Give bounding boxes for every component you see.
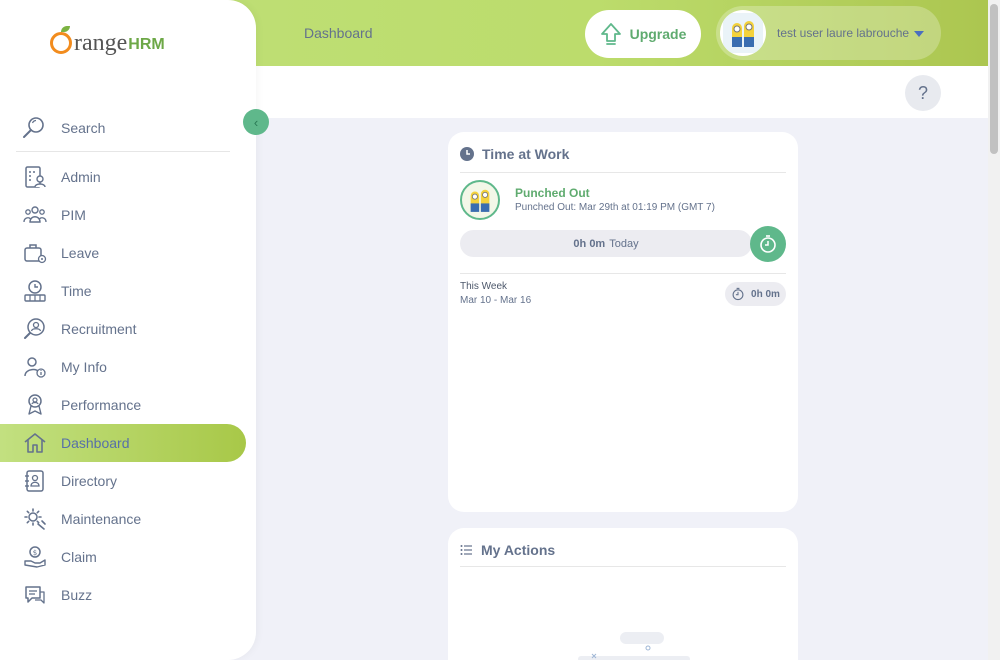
week-total-badge: 0h 0m [725, 282, 786, 306]
page-scrollbar[interactable] [988, 0, 1000, 660]
week-label: This Week [460, 281, 508, 292]
my-actions-card: My Actions [448, 528, 798, 660]
search-icon [23, 116, 44, 138]
caret-down-icon [914, 31, 925, 37]
maintenance-icon [22, 506, 48, 532]
sidebar-collapse-button[interactable]: ‹ [243, 109, 269, 135]
chevron-left-icon: ‹ [253, 114, 259, 130]
user-name: test user laure labrouche [777, 26, 910, 40]
pim-icon [22, 202, 48, 228]
minion-avatar-icon [723, 13, 763, 53]
sidebar-item-buzz[interactable]: Buzz [0, 576, 256, 614]
sidebar-item-label: Claim [61, 549, 97, 565]
divider [460, 566, 786, 567]
my-info-icon [22, 354, 48, 380]
sidebar-item-label: My Info [61, 359, 107, 375]
stopwatch-icon [760, 235, 776, 253]
sidebar-item-label: Dashboard [61, 435, 130, 451]
orange-logo-icon [50, 26, 72, 54]
today-hours-bar: 0h 0m Today [460, 230, 752, 257]
search-placeholder: Search [61, 119, 106, 136]
sidebar-item-claim[interactable]: $ Claim [0, 538, 256, 576]
today-hours-value: 0h 0m [573, 237, 606, 250]
week-range: Mar 10 - Mar 16 [460, 295, 532, 306]
sidebar-item-label: Performance [61, 397, 142, 413]
card-title: Time at Work [460, 146, 569, 162]
sidebar-item-label: Admin [61, 169, 101, 185]
punch-in-button[interactable] [750, 226, 786, 262]
sidebar-item-my-info[interactable]: My Info [0, 348, 256, 386]
upgrade-arrow-icon [600, 23, 621, 45]
help-label: ? [917, 82, 928, 103]
sidebar-item-pim[interactable]: PIM [0, 196, 256, 234]
admin-icon [22, 164, 48, 190]
list-icon [460, 545, 472, 555]
upgrade-label: Upgrade [629, 26, 687, 42]
time-icon [22, 278, 48, 304]
sidebar-item-recruitment[interactable]: Recruitment [0, 310, 256, 348]
brand-suffix: HRM [128, 36, 165, 53]
empty-state-illustration-icon [578, 632, 690, 660]
help-button[interactable]: ? [905, 75, 941, 111]
sidebar-item-performance[interactable]: Performance [0, 386, 256, 424]
performance-icon [22, 392, 48, 418]
divider [460, 172, 786, 173]
week-summary: This Week Mar 10 - Mar 16 [460, 280, 531, 308]
scrollbar-thumb[interactable] [990, 4, 998, 154]
time-at-work-card: Time at Work Punched Out Punched Out: Ma… [448, 132, 798, 512]
stopwatch-icon [732, 287, 744, 301]
user-avatar [720, 10, 766, 56]
sidebar-item-label: Buzz [61, 587, 93, 603]
upgrade-button[interactable]: Upgrade [585, 10, 701, 58]
my-actions-title: My Actions [481, 542, 556, 558]
directory-icon [22, 468, 48, 494]
today-hours-label: Today [609, 237, 639, 250]
divider [460, 273, 786, 274]
svg-text:$: $ [33, 549, 37, 557]
brand-logo[interactable]: range HRM [50, 26, 165, 56]
breadcrumb: Dashboard [304, 25, 373, 41]
dashboard-icon [22, 430, 48, 456]
clock-icon [460, 147, 474, 161]
time-at-work-title: Time at Work [482, 146, 570, 162]
card-title: My Actions [460, 542, 555, 558]
minion-avatar-icon [470, 189, 490, 212]
sidebar-item-leave[interactable]: Leave [0, 234, 256, 272]
sidebar-item-label: Leave [61, 245, 100, 261]
sidebar-item-dashboard[interactable]: Dashboard [0, 424, 246, 462]
buzz-icon [22, 582, 48, 608]
claim-icon: $ [22, 544, 48, 570]
sidebar-item-maintenance[interactable]: Maintenance [0, 500, 256, 538]
sidebar-item-label: PIM [61, 207, 86, 223]
brand-word: range [74, 30, 128, 56]
sidebar-search[interactable]: Search [16, 104, 230, 152]
sidebar-item-label: Directory [61, 473, 118, 489]
user-dropdown[interactable]: test user laure labrouche [716, 6, 941, 60]
punch-status: Punched Out [515, 186, 590, 200]
punch-avatar [460, 180, 500, 220]
punch-detail: Punched Out: Mar 29th at 01:19 PM (GMT 7… [515, 202, 715, 213]
sidebar-item-label: Recruitment [61, 321, 137, 337]
leave-icon [22, 240, 48, 266]
sub-header [256, 66, 988, 118]
week-total-value: 0h 0m [751, 288, 780, 300]
sidebar-item-admin[interactable]: Admin [0, 158, 256, 196]
sidebar-item-label: Time [61, 283, 92, 299]
sidebar-item-directory[interactable]: Directory [0, 462, 256, 500]
sidebar-item-time[interactable]: Time [0, 272, 256, 310]
sidebar: range HRM Search Admin PIM Leave Time Re… [0, 0, 256, 660]
recruitment-icon [22, 316, 48, 342]
sidebar-menu: Admin PIM Leave Time Recruitment My Info… [0, 158, 256, 614]
sidebar-item-label: Maintenance [61, 511, 142, 527]
